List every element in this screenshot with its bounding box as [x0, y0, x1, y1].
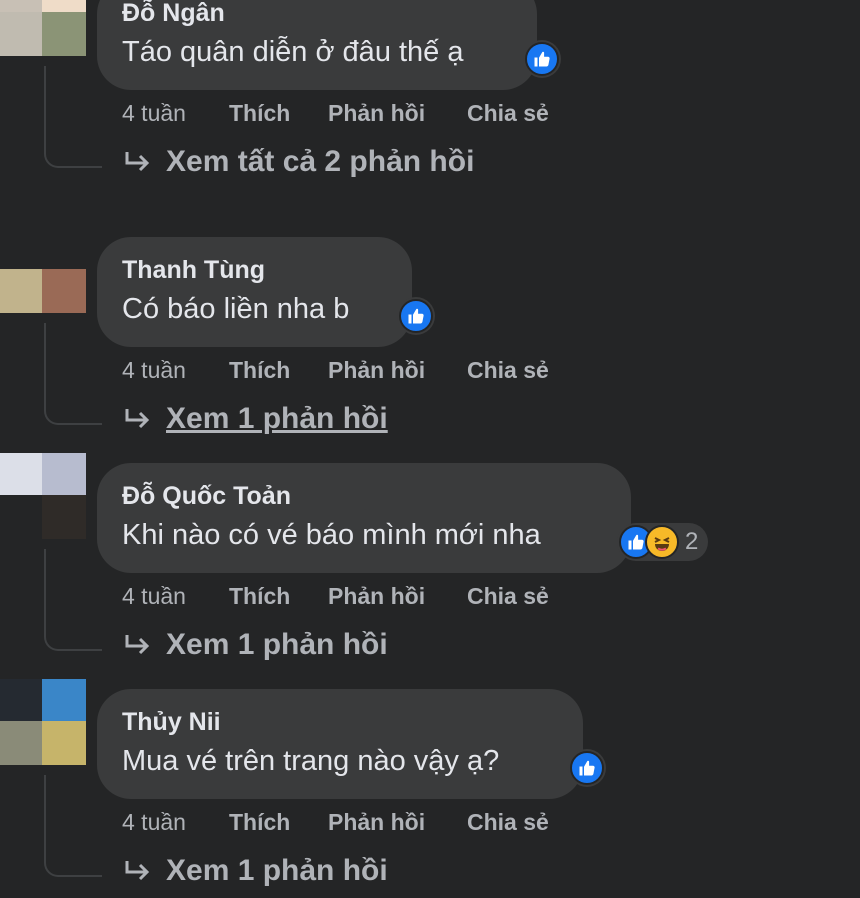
view-replies-link[interactable]: Xem 1 phản hồi — [122, 625, 388, 665]
avatar-tile — [42, 453, 86, 495]
comment-text: Khi nào có vé báo mình mới nha — [122, 519, 541, 551]
avatar-tile — [42, 679, 86, 721]
avatar-tile — [42, 0, 86, 12]
thread-line — [44, 66, 102, 168]
avatar-tile — [42, 12, 86, 56]
share-button[interactable]: Chia sẻ — [467, 357, 549, 384]
avatar-tile — [0, 495, 42, 539]
avatar-tile — [0, 12, 42, 56]
comment-item: Đỗ Ngân Táo quân diễn ở đâu thế ạ 4 tuần… — [0, 0, 860, 196]
view-replies-label: Xem tất cả 2 phản hồi — [166, 145, 475, 178]
thread-line — [44, 775, 102, 877]
reply-arrow-icon — [122, 149, 152, 175]
avatar-tile — [42, 227, 86, 269]
comment-list: Đỗ Ngân Táo quân diễn ở đâu thế ạ 4 tuần… — [0, 0, 860, 898]
comment-bubble: Đỗ Ngân Táo quân diễn ở đâu thế ạ — [97, 0, 537, 90]
reply-button[interactable]: Phản hồi — [328, 357, 425, 384]
avatar-tile — [0, 0, 42, 12]
comment-timestamp[interactable]: 4 tuần — [122, 809, 186, 836]
comment-timestamp[interactable]: 4 tuần — [122, 357, 186, 384]
comment-author[interactable]: Thanh Tùng — [122, 255, 386, 285]
comment-item: Thanh Tùng Có báo liền nha b 4 tuần Thíc… — [0, 227, 860, 453]
comment-item: Đỗ Quốc Toản Khi nào có vé báo mình mới … — [0, 453, 860, 679]
view-replies-link[interactable]: Xem 1 phản hồi — [122, 399, 388, 439]
share-button[interactable]: Chia sẻ — [467, 809, 549, 836]
like-button[interactable]: Thích — [229, 809, 290, 836]
reply-arrow-icon — [122, 858, 152, 884]
comment-timestamp[interactable]: 4 tuần — [122, 100, 186, 127]
avatar[interactable] — [0, 0, 86, 56]
view-replies-label: Xem 1 phản hồi — [166, 854, 388, 887]
reply-button[interactable]: Phản hồi — [328, 583, 425, 610]
like-button[interactable]: Thích — [229, 100, 290, 127]
avatar-tile — [0, 721, 42, 765]
comment-text: Mua vé trên trang nào vậy ạ? — [122, 745, 500, 777]
avatar-tile — [0, 679, 42, 721]
reaction-summary[interactable] — [568, 749, 606, 787]
like-icon — [570, 751, 604, 785]
reaction-summary[interactable] — [397, 297, 435, 335]
avatar-tile — [42, 495, 86, 539]
avatar-tile — [0, 227, 42, 269]
avatar-tile — [0, 269, 42, 313]
thread-line — [44, 323, 102, 425]
avatar-tile — [42, 721, 86, 765]
comment-author[interactable]: Thủy Nii — [122, 707, 557, 737]
thread-line — [44, 549, 102, 651]
comment-text: Có báo liền nha b — [122, 293, 350, 325]
reaction-summary[interactable]: 2 — [617, 523, 709, 561]
share-button[interactable]: Chia sẻ — [467, 583, 549, 610]
view-replies-label: Xem 1 phản hồi — [166, 402, 388, 435]
avatar[interactable] — [0, 227, 86, 313]
avatar-tile — [0, 453, 42, 495]
comment-author[interactable]: Đỗ Quốc Toản — [122, 481, 605, 511]
view-replies-link[interactable]: Xem tất cả 2 phản hồi — [122, 142, 474, 182]
comment-bubble: Thanh Tùng Có báo liền nha b — [97, 237, 412, 347]
comment-item: Thủy Nii Mua vé trên trang nào vậy ạ? 4 … — [0, 679, 860, 898]
view-replies-link[interactable]: Xem 1 phản hồi — [122, 851, 388, 891]
like-button[interactable]: Thích — [229, 583, 290, 610]
haha-icon — [645, 525, 679, 559]
avatar[interactable] — [0, 453, 86, 539]
like-icon — [525, 42, 559, 76]
reaction-count: 2 — [685, 528, 699, 555]
avatar-tile — [42, 269, 86, 313]
reply-button[interactable]: Phản hồi — [328, 809, 425, 836]
comment-author[interactable]: Đỗ Ngân — [122, 0, 511, 28]
reply-arrow-icon — [122, 406, 152, 432]
comment-bubble: Thủy Nii Mua vé trên trang nào vậy ạ? — [97, 689, 583, 799]
comment-text: Táo quân diễn ở đâu thế ạ — [122, 36, 464, 68]
avatar[interactable] — [0, 679, 86, 765]
reply-arrow-icon — [122, 632, 152, 658]
like-icon — [399, 299, 433, 333]
share-button[interactable]: Chia sẻ — [467, 100, 549, 127]
like-button[interactable]: Thích — [229, 357, 290, 384]
view-replies-label: Xem 1 phản hồi — [166, 628, 388, 661]
comment-bubble: Đỗ Quốc Toản Khi nào có vé báo mình mới … — [97, 463, 631, 573]
reaction-summary[interactable] — [523, 40, 561, 78]
reply-button[interactable]: Phản hồi — [328, 100, 425, 127]
comment-timestamp[interactable]: 4 tuần — [122, 583, 186, 610]
